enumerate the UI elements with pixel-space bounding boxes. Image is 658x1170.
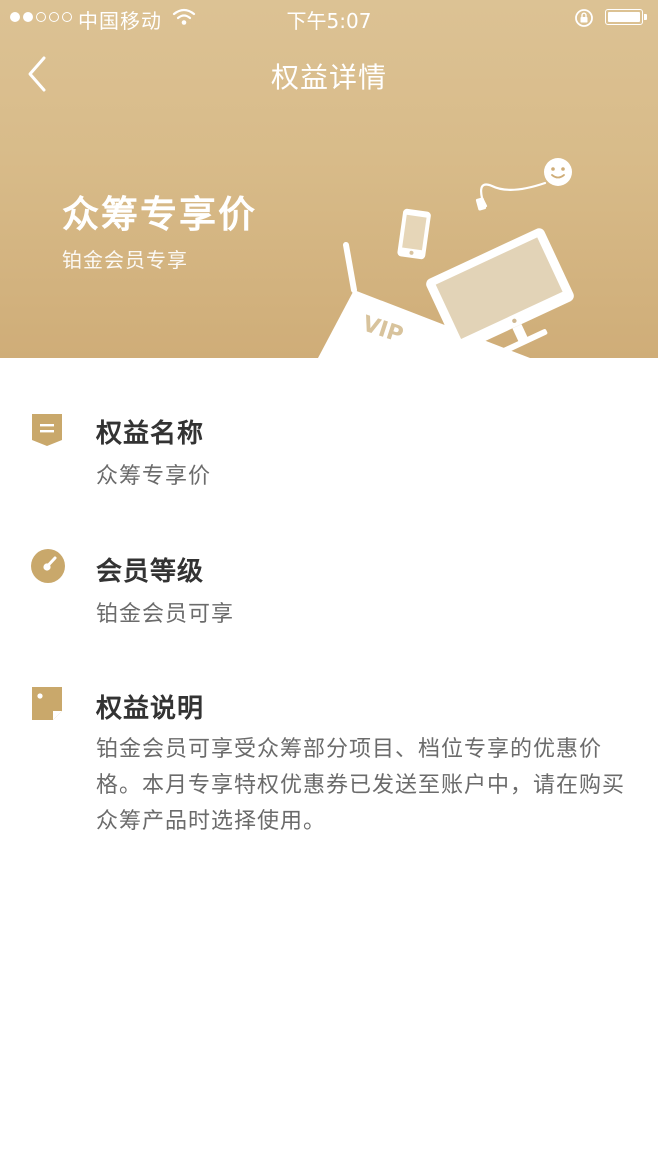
hero-illustration: VIP [318,158,574,358]
smiley-icon [544,158,572,186]
benefit-name-value: 众筹专享价 [96,464,212,489]
benefit-hero-subtitle: 铂金会员专享 [62,248,188,272]
gauge-icon [31,549,65,583]
benefit-name-label: 权益名称 [96,419,205,449]
status-bar: 中国移动 下午5:07 [0,0,658,36]
member-level-label: 会员等级 [96,557,205,587]
member-level-value: 铂金会员可享 [96,602,235,627]
rotation-lock-icon [575,9,593,27]
benefit-description-label: 权益说明 [96,694,205,724]
member-level-section: 会员等级 铂金会员可享 [0,533,658,653]
benefit-description-text: 铂金会员可享受众筹部分项目、档位专享的优惠价格。本月专享特权优惠券已发送至账户中… [96,737,626,834]
bookmark-icon [32,414,62,446]
benefit-name-section: 权益名称 众筹专享价 [0,395,658,515]
document-icon [32,687,62,720]
hero-banner: 中国移动 下午5:07 权益详情 众筹专享价 铂金会员专享 VIP [0,0,658,358]
phone-icon [397,208,431,260]
battery-icon [605,9,643,25]
page-title: 权益详情 [270,61,387,94]
benefit-hero-title: 众筹专享价 [62,193,257,236]
benefit-description-section: 权益说明 铂金会员可享受众筹部分项目、档位专享的优惠价格。本月专享特权优惠券已发… [0,670,658,870]
status-time: 下午5:07 [286,9,372,33]
